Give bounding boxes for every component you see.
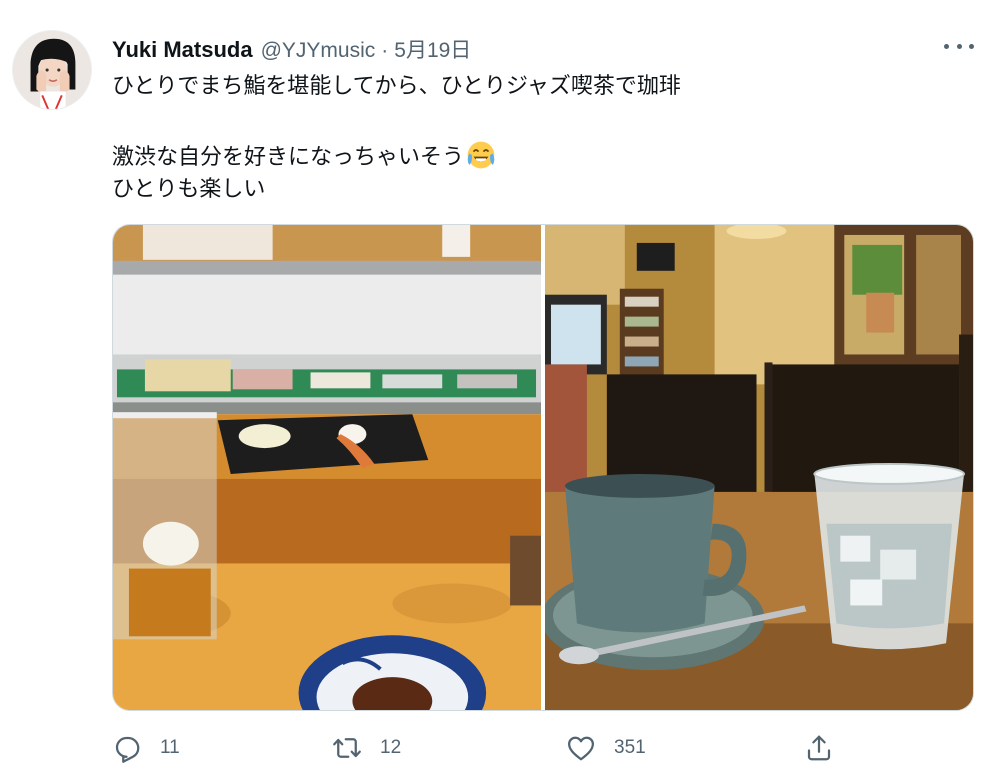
tweet-media — [112, 224, 974, 711]
like-count: 351 — [614, 737, 646, 758]
retweet-count: 12 — [380, 737, 402, 758]
face-with-tears-of-joy-icon — [467, 141, 495, 169]
avatar-image — [13, 31, 91, 109]
reply-count: 11 — [160, 737, 180, 758]
jazz-cafe-coffee-image — [545, 225, 973, 710]
tweet-text-line-with-emoji: 激渋な自分を好きになっちゃいそう — [112, 140, 972, 173]
sushi-counter-photo[interactable] — [113, 225, 541, 710]
sushi-counter-image — [113, 225, 541, 710]
separator-dot: · — [381, 39, 389, 62]
tweet-card: Yuki Matsuda @YJYmusic · 5月19日 ひとりでまち鮨を堪… — [0, 0, 1000, 779]
more-options-button[interactable] — [944, 36, 974, 56]
tweet-text: ひとりでまち鮨を堪能してから、ひとりジャズ喫茶で珈琲 激渋な自分を好きになっちゃ… — [112, 70, 972, 206]
author-handle[interactable]: @YJYmusic — [261, 39, 376, 63]
share-icon — [807, 735, 831, 761]
reply-button[interactable]: 11 — [112, 728, 180, 768]
more-icon-dot — [969, 43, 974, 49]
share-button[interactable] — [804, 728, 834, 768]
author-name[interactable]: Yuki Matsuda — [112, 37, 253, 63]
tweet-text-line: ひとりでまち鮨を堪能してから、ひとりジャズ喫茶で珈琲 — [112, 74, 681, 99]
more-icon-dot — [956, 43, 962, 49]
jazz-cafe-coffee-photo[interactable] — [545, 225, 973, 710]
avatar[interactable] — [12, 30, 92, 110]
tweet-text-line: ひとりも楽しい — [112, 177, 266, 202]
tweet-actions: 11 12 351 — [112, 728, 852, 768]
tweet-header: Yuki Matsuda @YJYmusic · 5月19日 — [112, 34, 471, 62]
retweet-button[interactable]: 12 — [332, 728, 401, 768]
more-icon-dot — [944, 43, 949, 49]
tweet-date[interactable]: 5月19日 — [394, 34, 471, 64]
like-icon — [568, 736, 594, 761]
like-button[interactable]: 351 — [566, 728, 646, 768]
reply-icon — [115, 736, 140, 763]
tweet-text-line: 激渋な自分を好きになっちゃいそう — [112, 145, 465, 170]
retweet-icon — [333, 738, 361, 758]
